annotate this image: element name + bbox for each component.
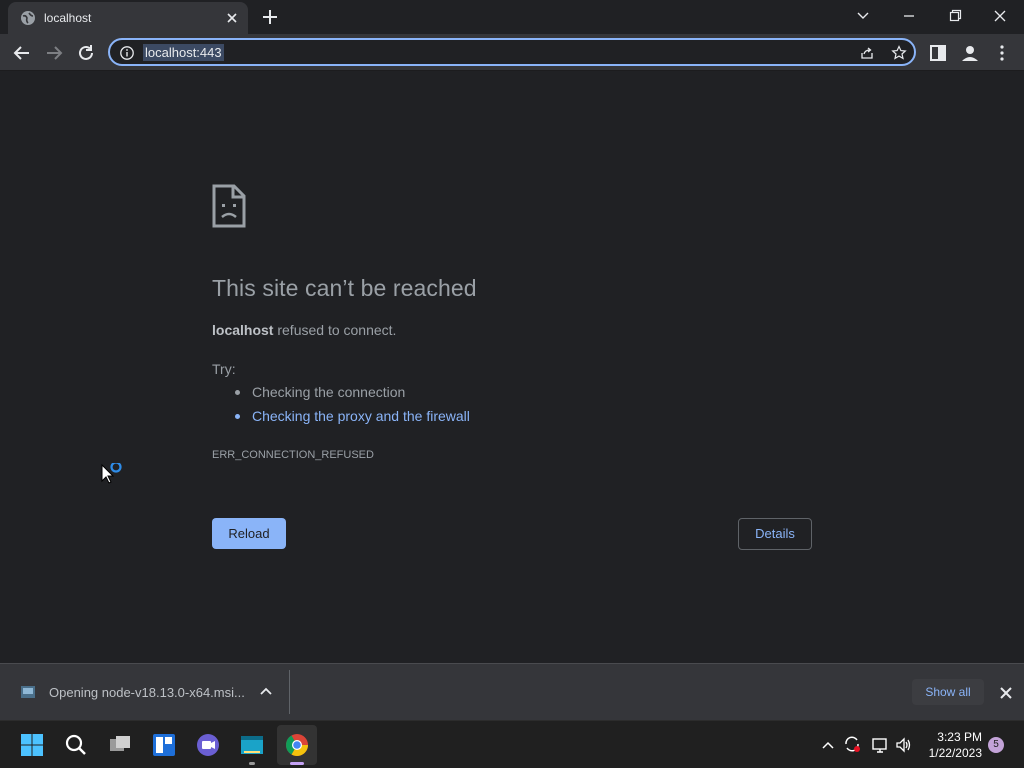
forward-icon[interactable] (42, 41, 66, 65)
new-tab-button[interactable] (258, 6, 282, 28)
suggestion-check-connection: Checking the connection (252, 384, 406, 400)
chevron-up-icon[interactable] (258, 684, 274, 700)
divider (289, 670, 290, 714)
file-explorer-icon[interactable] (236, 729, 268, 761)
error-description: localhost refused to connect. (212, 322, 396, 338)
browser-toolbar: localhost:443 (0, 34, 1024, 71)
search-icon[interactable] (60, 729, 92, 761)
task-view-icon[interactable] (104, 729, 136, 761)
running-indicator (249, 762, 255, 765)
clock-date[interactable]: 1/22/2023 (920, 746, 982, 760)
restore-icon[interactable] (941, 4, 969, 28)
teams-chat-icon[interactable] (192, 729, 224, 761)
reload-button[interactable]: Reload (212, 518, 286, 549)
tab-search-icon[interactable] (849, 4, 877, 28)
volume-icon[interactable] (895, 736, 913, 754)
try-label: Try: (212, 361, 236, 377)
tab-title: localhost (44, 11, 92, 25)
suggestion-proxy-firewall-link[interactable]: Checking the proxy and the firewall (252, 408, 470, 424)
download-shelf: Opening node-v18.13.0-x64.msi... Show al… (0, 663, 1024, 720)
windows-start-icon[interactable] (16, 729, 48, 761)
chevron-up-icon[interactable] (820, 737, 836, 753)
clock-time[interactable]: 3:23 PM (934, 730, 982, 744)
site-info-icon[interactable] (119, 45, 135, 61)
error-host: localhost (212, 322, 274, 338)
show-all-button[interactable]: Show all (912, 679, 984, 705)
address-bar[interactable]: localhost:443 (108, 38, 916, 66)
globe-icon (21, 11, 35, 25)
download-item-text[interactable]: Opening node-v18.13.0-x64.msi... (49, 685, 245, 700)
refresh-icon[interactable] (74, 41, 98, 65)
sad-page-icon (212, 184, 246, 228)
bookmark-star-icon[interactable] (891, 45, 907, 61)
profile-icon[interactable] (958, 41, 982, 65)
tab-strip: localhost (0, 0, 1024, 34)
chrome-icon[interactable] (281, 729, 313, 761)
error-message: refused to connect. (273, 322, 397, 338)
details-button[interactable]: Details (738, 518, 812, 550)
minimize-icon[interactable] (895, 4, 923, 28)
back-icon[interactable] (10, 41, 34, 65)
notification-badge[interactable]: 5 (988, 737, 1004, 753)
close-window-icon[interactable] (986, 4, 1014, 28)
bullet (235, 390, 240, 395)
error-page: This site can’t be reached localhost ref… (0, 71, 1024, 663)
close-shelf-icon[interactable] (996, 683, 1016, 703)
close-tab-icon[interactable] (224, 10, 240, 26)
bullet (235, 414, 240, 419)
active-indicator (290, 762, 304, 765)
sync-icon[interactable] (843, 735, 861, 753)
url-text[interactable]: localhost:443 (143, 44, 224, 61)
msi-file-icon (21, 686, 35, 698)
widgets-icon[interactable] (148, 729, 180, 761)
error-code: ERR_CONNECTION_REFUSED (212, 449, 374, 461)
side-panel-icon[interactable] (926, 41, 950, 65)
tab-localhost[interactable]: localhost (8, 2, 248, 34)
error-title: This site can’t be reached (212, 275, 477, 301)
network-icon[interactable] (871, 736, 889, 754)
share-icon[interactable] (859, 45, 875, 61)
menu-kebab-icon[interactable] (990, 41, 1014, 65)
busy-cursor-icon (101, 463, 122, 484)
taskbar: 3:23 PM 1/22/2023 5 (0, 720, 1024, 768)
